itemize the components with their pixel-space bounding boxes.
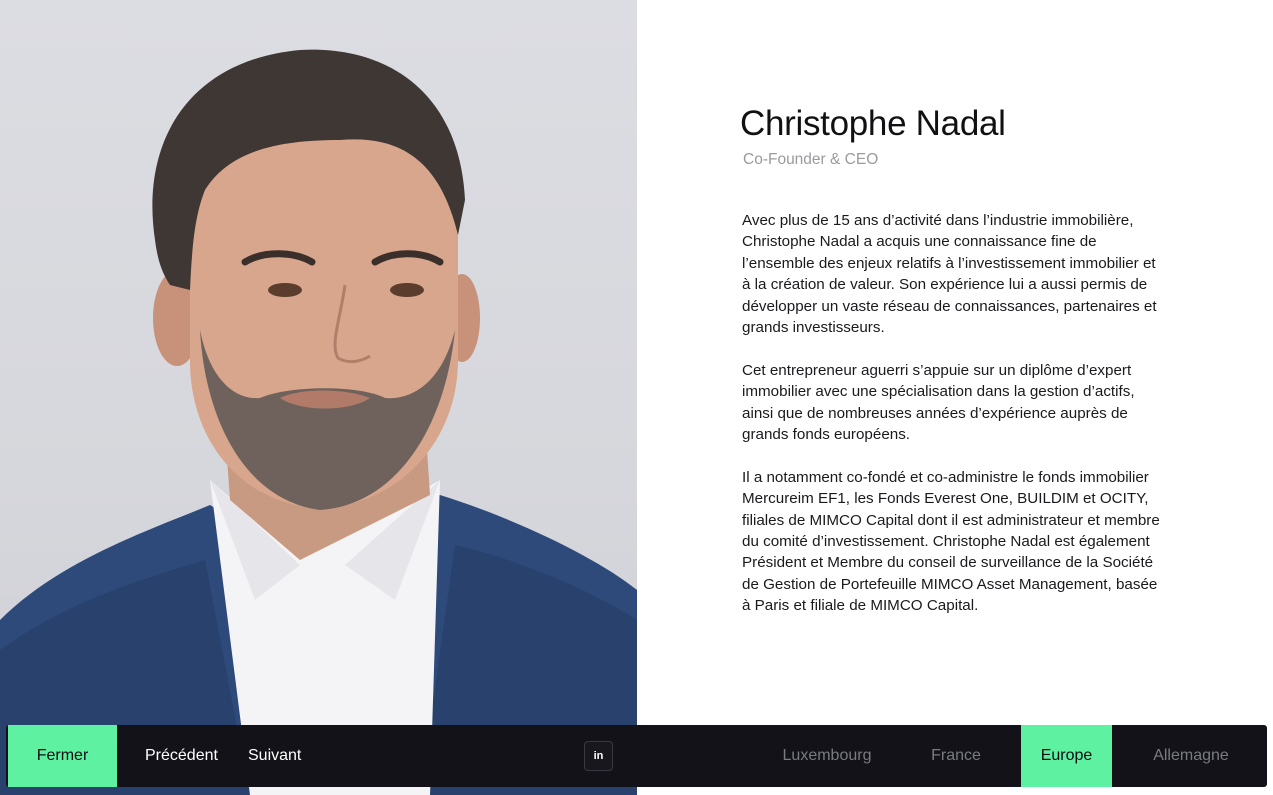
profile-name: Christophe Nadal bbox=[740, 104, 1006, 143]
bio-paragraph: Avec plus de 15 ans d’activité dans l’in… bbox=[742, 212, 1157, 337]
region-tab-allemagne[interactable]: Allemagne bbox=[1118, 725, 1264, 787]
region-tab-luxembourg[interactable]: Luxembourg bbox=[766, 725, 888, 787]
region-tab-france[interactable]: France bbox=[896, 725, 1016, 787]
next-button[interactable]: Suivant bbox=[248, 725, 301, 787]
linkedin-icon[interactable]: in bbox=[584, 741, 613, 771]
bio-paragraph: Il a notamment co-fondé et co-administre… bbox=[742, 468, 1160, 615]
bio-paragraph: Cet entrepreneur aguerri s’appuie sur un… bbox=[742, 361, 1135, 444]
portrait-photo bbox=[0, 0, 637, 795]
team-member-detail: Christophe Nadal Co-Founder & CEO Avec p… bbox=[0, 0, 1273, 795]
close-button[interactable]: Fermer bbox=[8, 725, 117, 787]
bottom-nav-bar: Fermer Précédent Suivant in Luxembourg F… bbox=[6, 725, 1267, 787]
previous-button[interactable]: Précédent bbox=[145, 725, 218, 787]
profile-role: Co-Founder & CEO bbox=[743, 151, 879, 168]
region-tab-europe[interactable]: Europe bbox=[1021, 725, 1112, 787]
profile-bio: Avec plus de 15 ans d’activité dans l’in… bbox=[742, 210, 1167, 638]
profile-panel: Christophe Nadal Co-Founder & CEO Avec p… bbox=[637, 0, 1273, 725]
